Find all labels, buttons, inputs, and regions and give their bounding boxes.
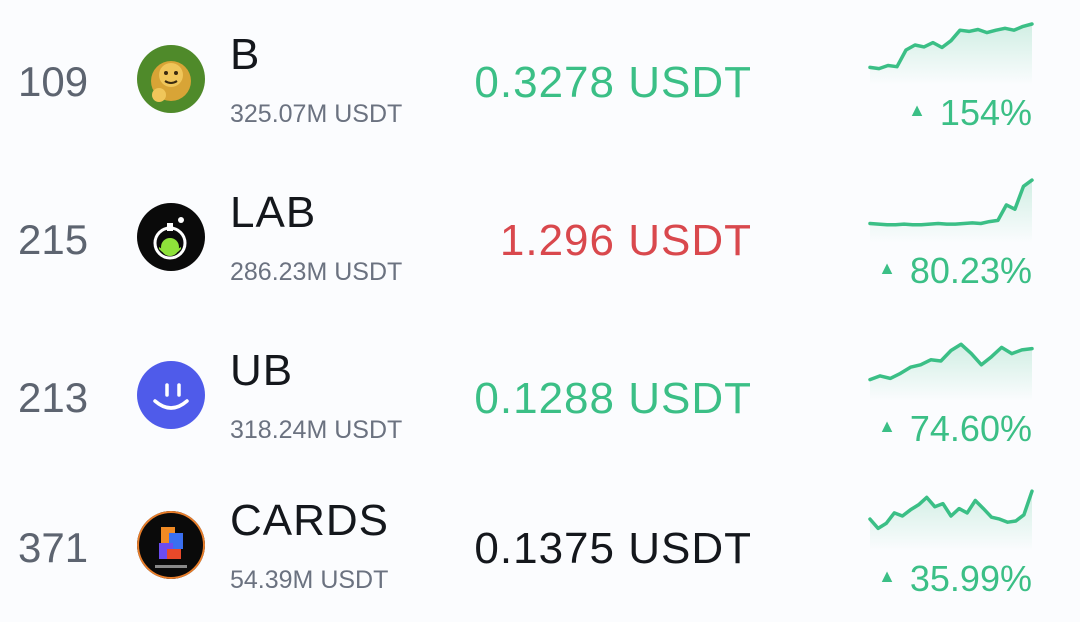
token-price: 0.3278 USDT xyxy=(474,58,752,107)
list-item[interactable]: 215 LAB 286.23M USDT 1.296 USDT ▲ 80.23% xyxy=(0,158,1080,313)
token-price: 0.1375 USDT xyxy=(474,524,752,573)
token-volume: 54.39M USDT xyxy=(230,566,389,594)
token-volume: 318.24M USDT xyxy=(230,416,403,444)
price-change-value: 80.23% xyxy=(909,250,1032,291)
rank-number: 215 xyxy=(18,216,89,263)
token-volume: 286.23M USDT xyxy=(230,258,403,286)
sparkline-chart xyxy=(868,489,1034,551)
token-symbol: CARDS xyxy=(230,496,390,545)
list-item[interactable]: 213 UB 318.24M USDT 0.1288 USDT ▲ 74.60% xyxy=(0,316,1080,471)
triangle-up-icon: ▲ xyxy=(878,565,896,586)
list-item[interactable]: 109 B 325.07M USDT 0.3278 USDT ▲ 154% xyxy=(0,0,1080,155)
price-change-value: 154% xyxy=(939,92,1032,133)
market-list: 109 B 325.07M USDT 0.3278 USDT ▲ 154% 21… xyxy=(0,0,1080,622)
sparkline-area xyxy=(870,24,1032,85)
sparkline-chart xyxy=(868,22,1034,85)
sparkline-chart xyxy=(868,342,1034,401)
price-change-value: 35.99% xyxy=(909,558,1032,599)
triangle-up-icon: ▲ xyxy=(878,257,896,278)
triangle-up-icon: ▲ xyxy=(878,415,896,436)
price-change: ▲ 154% xyxy=(908,92,1032,134)
rank-number: 371 xyxy=(18,524,89,571)
price-change: ▲ 35.99% xyxy=(878,558,1032,600)
flask-logo-icon xyxy=(137,203,205,271)
token-price: 1.296 USDT xyxy=(499,216,752,265)
token-price: 0.1288 USDT xyxy=(474,374,752,423)
cards-logo-icon xyxy=(137,511,205,579)
sparkline-chart xyxy=(868,178,1034,243)
token-symbol: LAB xyxy=(230,188,317,237)
token-symbol: B xyxy=(230,30,261,79)
token-volume: 325.07M USDT xyxy=(230,100,403,128)
price-change: ▲ 80.23% xyxy=(878,250,1032,292)
sparkline-area xyxy=(870,180,1032,243)
price-change: ▲ 74.60% xyxy=(878,408,1032,450)
triangle-up-icon: ▲ xyxy=(908,99,926,120)
token-symbol: UB xyxy=(230,346,294,395)
rank-number: 109 xyxy=(18,58,89,105)
smiley-logo-icon xyxy=(137,361,205,429)
price-change-value: 74.60% xyxy=(909,408,1032,449)
lion-logo-icon xyxy=(137,45,205,113)
list-item[interactable]: 371 CARDS 54.39M USDT 0.1375 USDT ▲ 35.9… xyxy=(0,466,1080,621)
rank-number: 213 xyxy=(18,374,89,421)
